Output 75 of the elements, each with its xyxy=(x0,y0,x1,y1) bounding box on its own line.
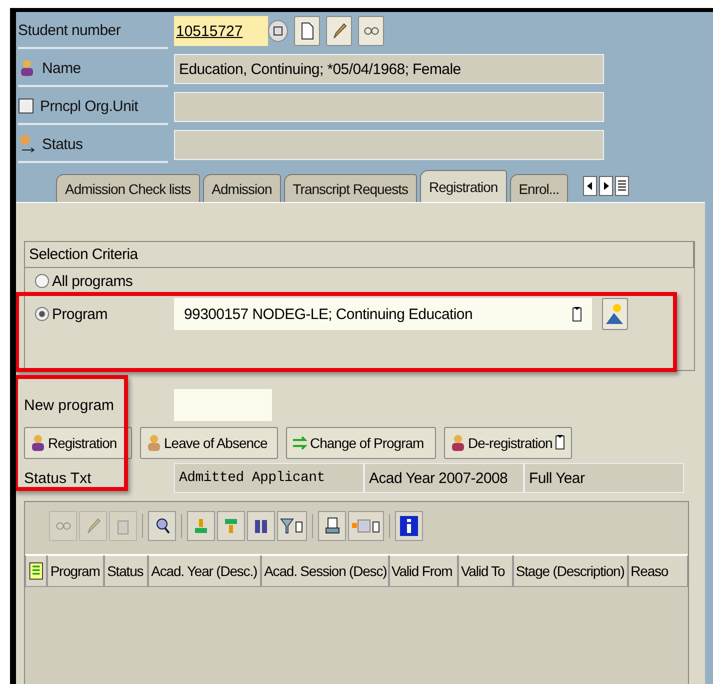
column-header[interactable]: Stage (Description) xyxy=(512,555,628,587)
column-header[interactable]: Valid To xyxy=(458,555,513,587)
display-button[interactable] xyxy=(358,16,384,46)
name-field: Education, Continuing; *05/04/1968; Female xyxy=(174,54,604,84)
edit-button[interactable] xyxy=(326,16,352,46)
scroll-left-button[interactable] xyxy=(583,176,598,196)
glasses-icon xyxy=(56,522,70,530)
dropdown-icon xyxy=(555,434,565,450)
glasses-icon xyxy=(364,27,378,35)
column-header[interactable]: Status xyxy=(104,555,148,587)
frame-title: Selection Criteria xyxy=(25,242,694,268)
info-icon xyxy=(399,515,419,537)
list-icon xyxy=(617,179,628,193)
column-header[interactable]: Acad. Year (Desc.) xyxy=(148,555,262,587)
tab[interactable]: Admission Check lists xyxy=(56,174,200,202)
toolbar-button[interactable] xyxy=(247,511,275,541)
option-label: All programs xyxy=(52,272,134,290)
layout-icon xyxy=(351,517,381,535)
sort-descending-icon xyxy=(223,517,239,535)
option-label: Program xyxy=(52,306,108,322)
printer-icon xyxy=(324,517,340,535)
status-value: Admitted Applicant xyxy=(174,463,364,493)
toolbar-button[interactable] xyxy=(318,511,346,541)
landscape-icon xyxy=(605,303,625,325)
tab[interactable]: Registration xyxy=(420,170,507,202)
field-label: Name xyxy=(42,60,81,76)
arrows-icon xyxy=(291,434,309,452)
picture-button[interactable] xyxy=(602,298,628,330)
dropdown-icon xyxy=(572,306,582,322)
sort-ascending-icon xyxy=(193,517,209,535)
action-button[interactable]: Leave of Absence xyxy=(140,427,278,459)
person-icon xyxy=(29,434,47,452)
field-label: Student number xyxy=(18,13,168,49)
action-button[interactable]: Change of Program xyxy=(286,427,436,459)
tab-list-button[interactable] xyxy=(615,176,630,196)
column-header[interactable]: Reaso xyxy=(628,555,688,587)
column-header[interactable]: Acad. Session (Desc) xyxy=(261,555,388,587)
new-program-field[interactable] xyxy=(174,389,272,421)
square-icon xyxy=(18,97,34,115)
scroll-right-button[interactable] xyxy=(599,176,614,196)
field-label: Prncpl Org.Unit xyxy=(40,98,138,114)
toolbar-button[interactable] xyxy=(395,511,423,541)
toolbar-button[interactable] xyxy=(348,511,384,541)
radio-button[interactable] xyxy=(35,307,49,321)
new-document-button[interactable] xyxy=(294,16,320,46)
window-icon xyxy=(273,26,283,36)
field-label: Status Txt xyxy=(24,470,92,486)
action-button[interactable]: Registration xyxy=(24,427,132,459)
magnifier-icon xyxy=(154,517,170,535)
select-all-button[interactable] xyxy=(25,555,48,587)
status-icon xyxy=(18,134,36,154)
column-header[interactable]: Valid From xyxy=(388,555,458,587)
pencil-icon xyxy=(331,22,347,40)
left-arrow-icon xyxy=(586,181,594,191)
status-value: Acad Year 2007-2008 xyxy=(364,463,524,493)
tab[interactable]: Enrol... xyxy=(510,174,568,202)
pencil-icon xyxy=(85,517,101,535)
status-value: Full Year xyxy=(524,463,684,493)
student-number-field[interactable]: 10515727 xyxy=(174,16,268,46)
window-button[interactable] xyxy=(268,20,288,42)
radio-button[interactable] xyxy=(35,274,49,288)
field-label: Status xyxy=(42,136,83,152)
field-label: New program xyxy=(24,396,116,414)
tab[interactable]: Transcript Requests xyxy=(284,174,417,202)
table-icon xyxy=(28,560,44,582)
tab[interactable]: Admission xyxy=(202,174,281,202)
right-arrow-icon xyxy=(602,181,610,191)
column-header[interactable]: Program xyxy=(47,555,104,587)
document-icon xyxy=(299,22,315,40)
person-icon xyxy=(449,434,467,452)
toolbar-button[interactable] xyxy=(277,511,307,541)
program-field[interactable]: 99300157 NODEG-LE; Continuing Education xyxy=(174,298,592,330)
action-button[interactable]: De-registration xyxy=(444,427,572,459)
filter-icon xyxy=(280,517,304,535)
toolbar-button[interactable] xyxy=(148,511,176,541)
